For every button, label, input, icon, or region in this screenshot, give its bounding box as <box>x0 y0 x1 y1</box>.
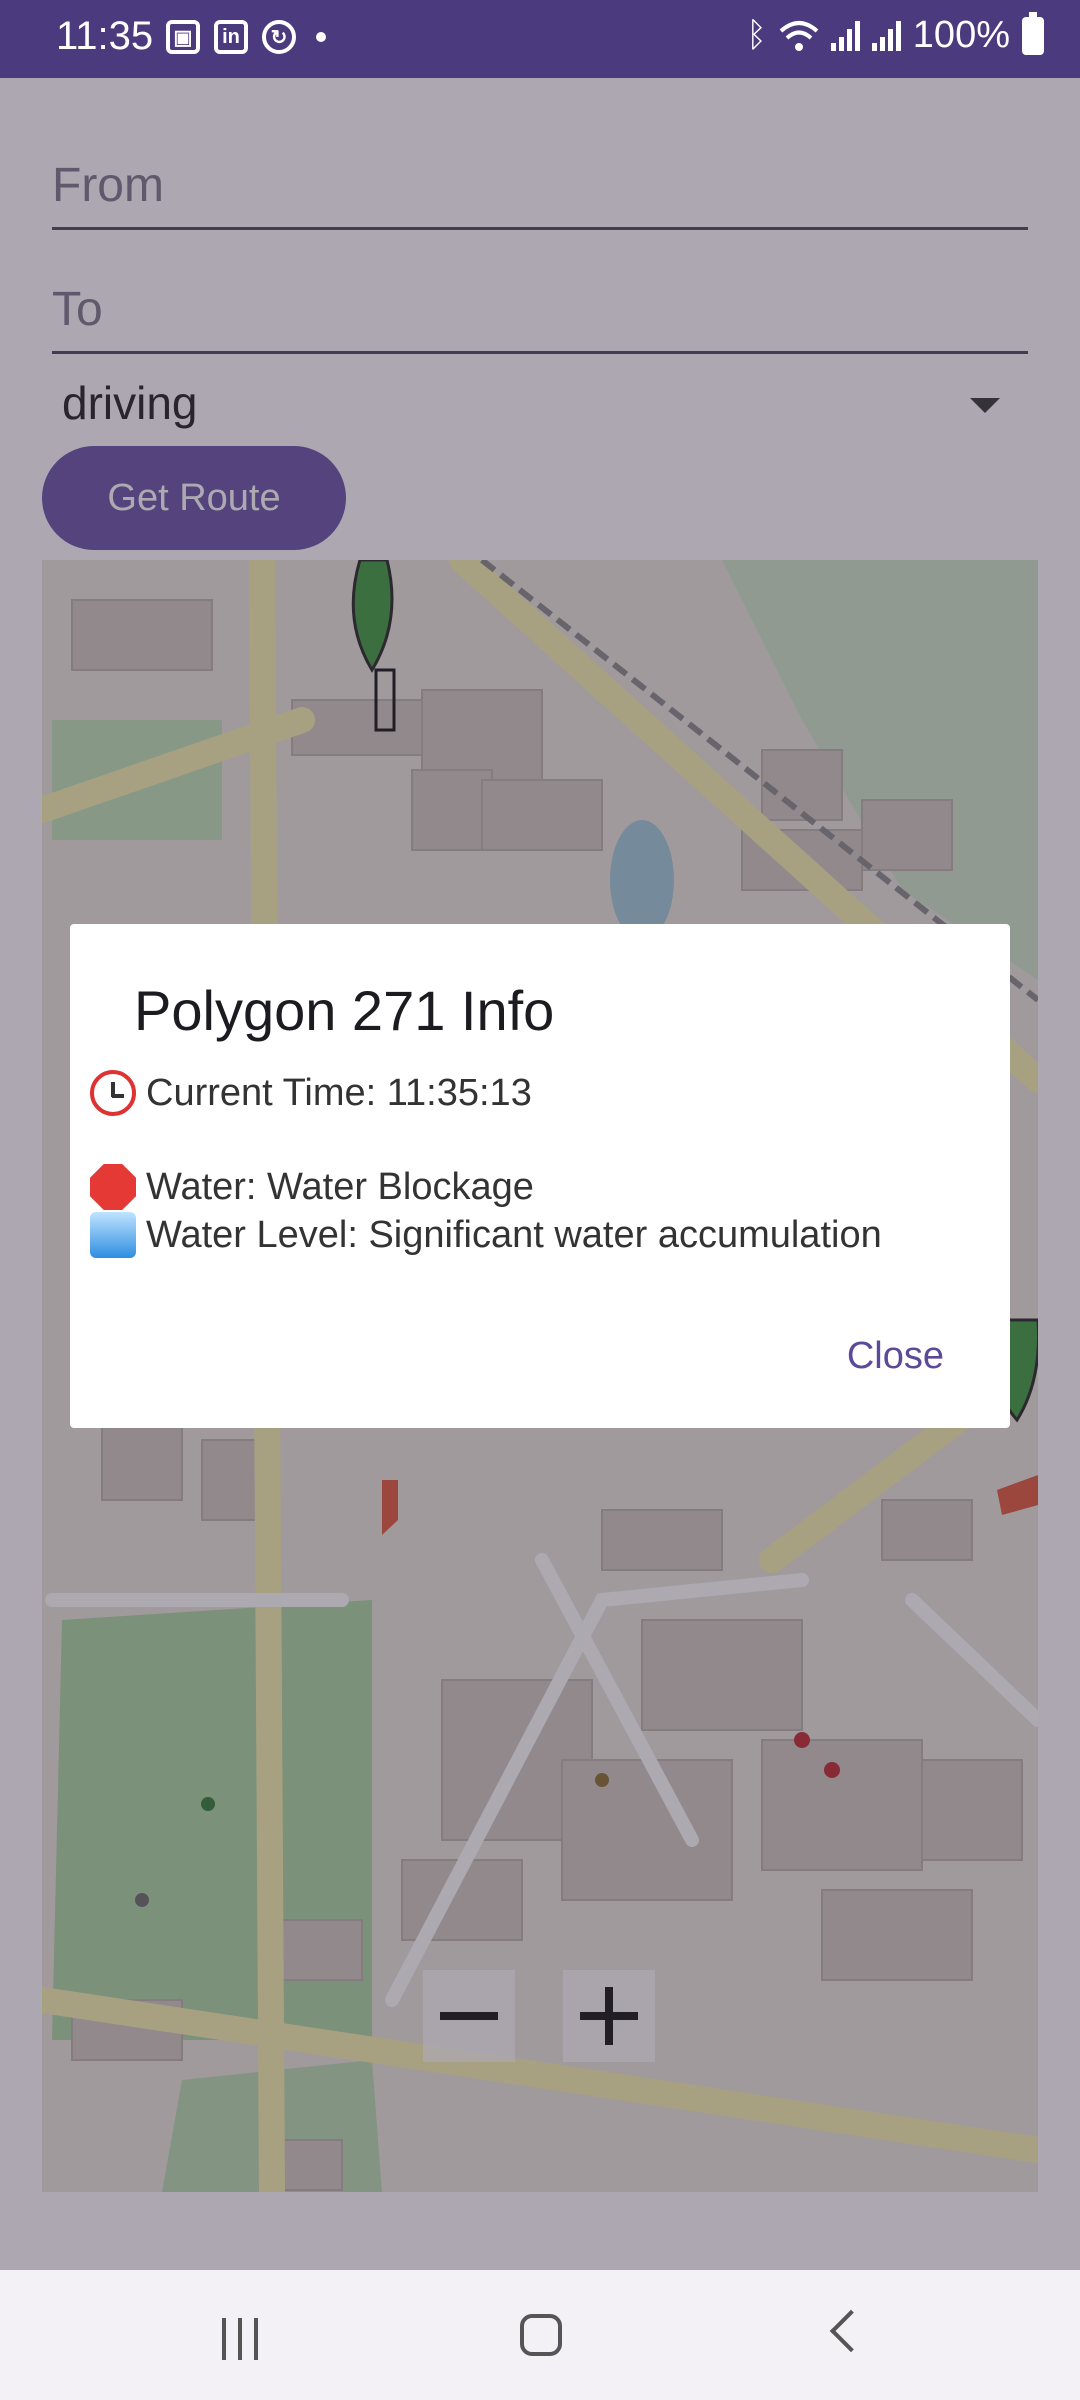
signal-icon <box>830 20 860 51</box>
polygon-info-dialog: Polygon 271 Info Current Time: 11:35:13 … <box>70 924 1010 1428</box>
status-time: 11:35 <box>56 14 154 58</box>
sync-icon: ↻ <box>262 20 296 54</box>
water-status-text: Water: Water Blockage <box>146 1165 534 1208</box>
back-button[interactable] <box>829 2309 873 2353</box>
home-button[interactable] <box>520 2314 562 2356</box>
dot-icon <box>316 32 326 42</box>
gallery-icon: ▣ <box>166 20 200 54</box>
stop-sign-icon <box>90 1164 136 1210</box>
water-wave-icon <box>90 1212 136 1258</box>
signal-icon <box>871 20 901 51</box>
system-nav-bar <box>0 2270 1080 2400</box>
water-level-text: Water Level: Significant water accumulat… <box>146 1213 882 1256</box>
recents-button[interactable] <box>222 2318 258 2360</box>
water-status-line: Water: Water Blockage <box>90 1164 534 1210</box>
wifi-icon <box>779 20 819 51</box>
dialog-title: Polygon 271 Info <box>134 979 555 1042</box>
alarm-clock-icon <box>90 1070 136 1116</box>
battery-percent: 100% <box>912 14 1010 56</box>
notification-icons: ▣ in ↻ <box>166 20 326 54</box>
system-icons: ᛒ 100% <box>746 11 1044 57</box>
linkedin-icon: in <box>214 20 248 54</box>
water-level-line: Water Level: Significant water accumulat… <box>90 1212 882 1258</box>
close-button[interactable]: Close <box>847 1335 944 1378</box>
current-time-line: Current Time: 11:35:13 <box>90 1070 532 1116</box>
bluetooth-icon: ᛒ <box>746 16 767 54</box>
status-bar: 11:35 ▣ in ↻ ᛒ 100% <box>0 0 1080 78</box>
current-time-text: Current Time: 11:35:13 <box>146 1071 532 1114</box>
battery-icon <box>1022 11 1044 55</box>
